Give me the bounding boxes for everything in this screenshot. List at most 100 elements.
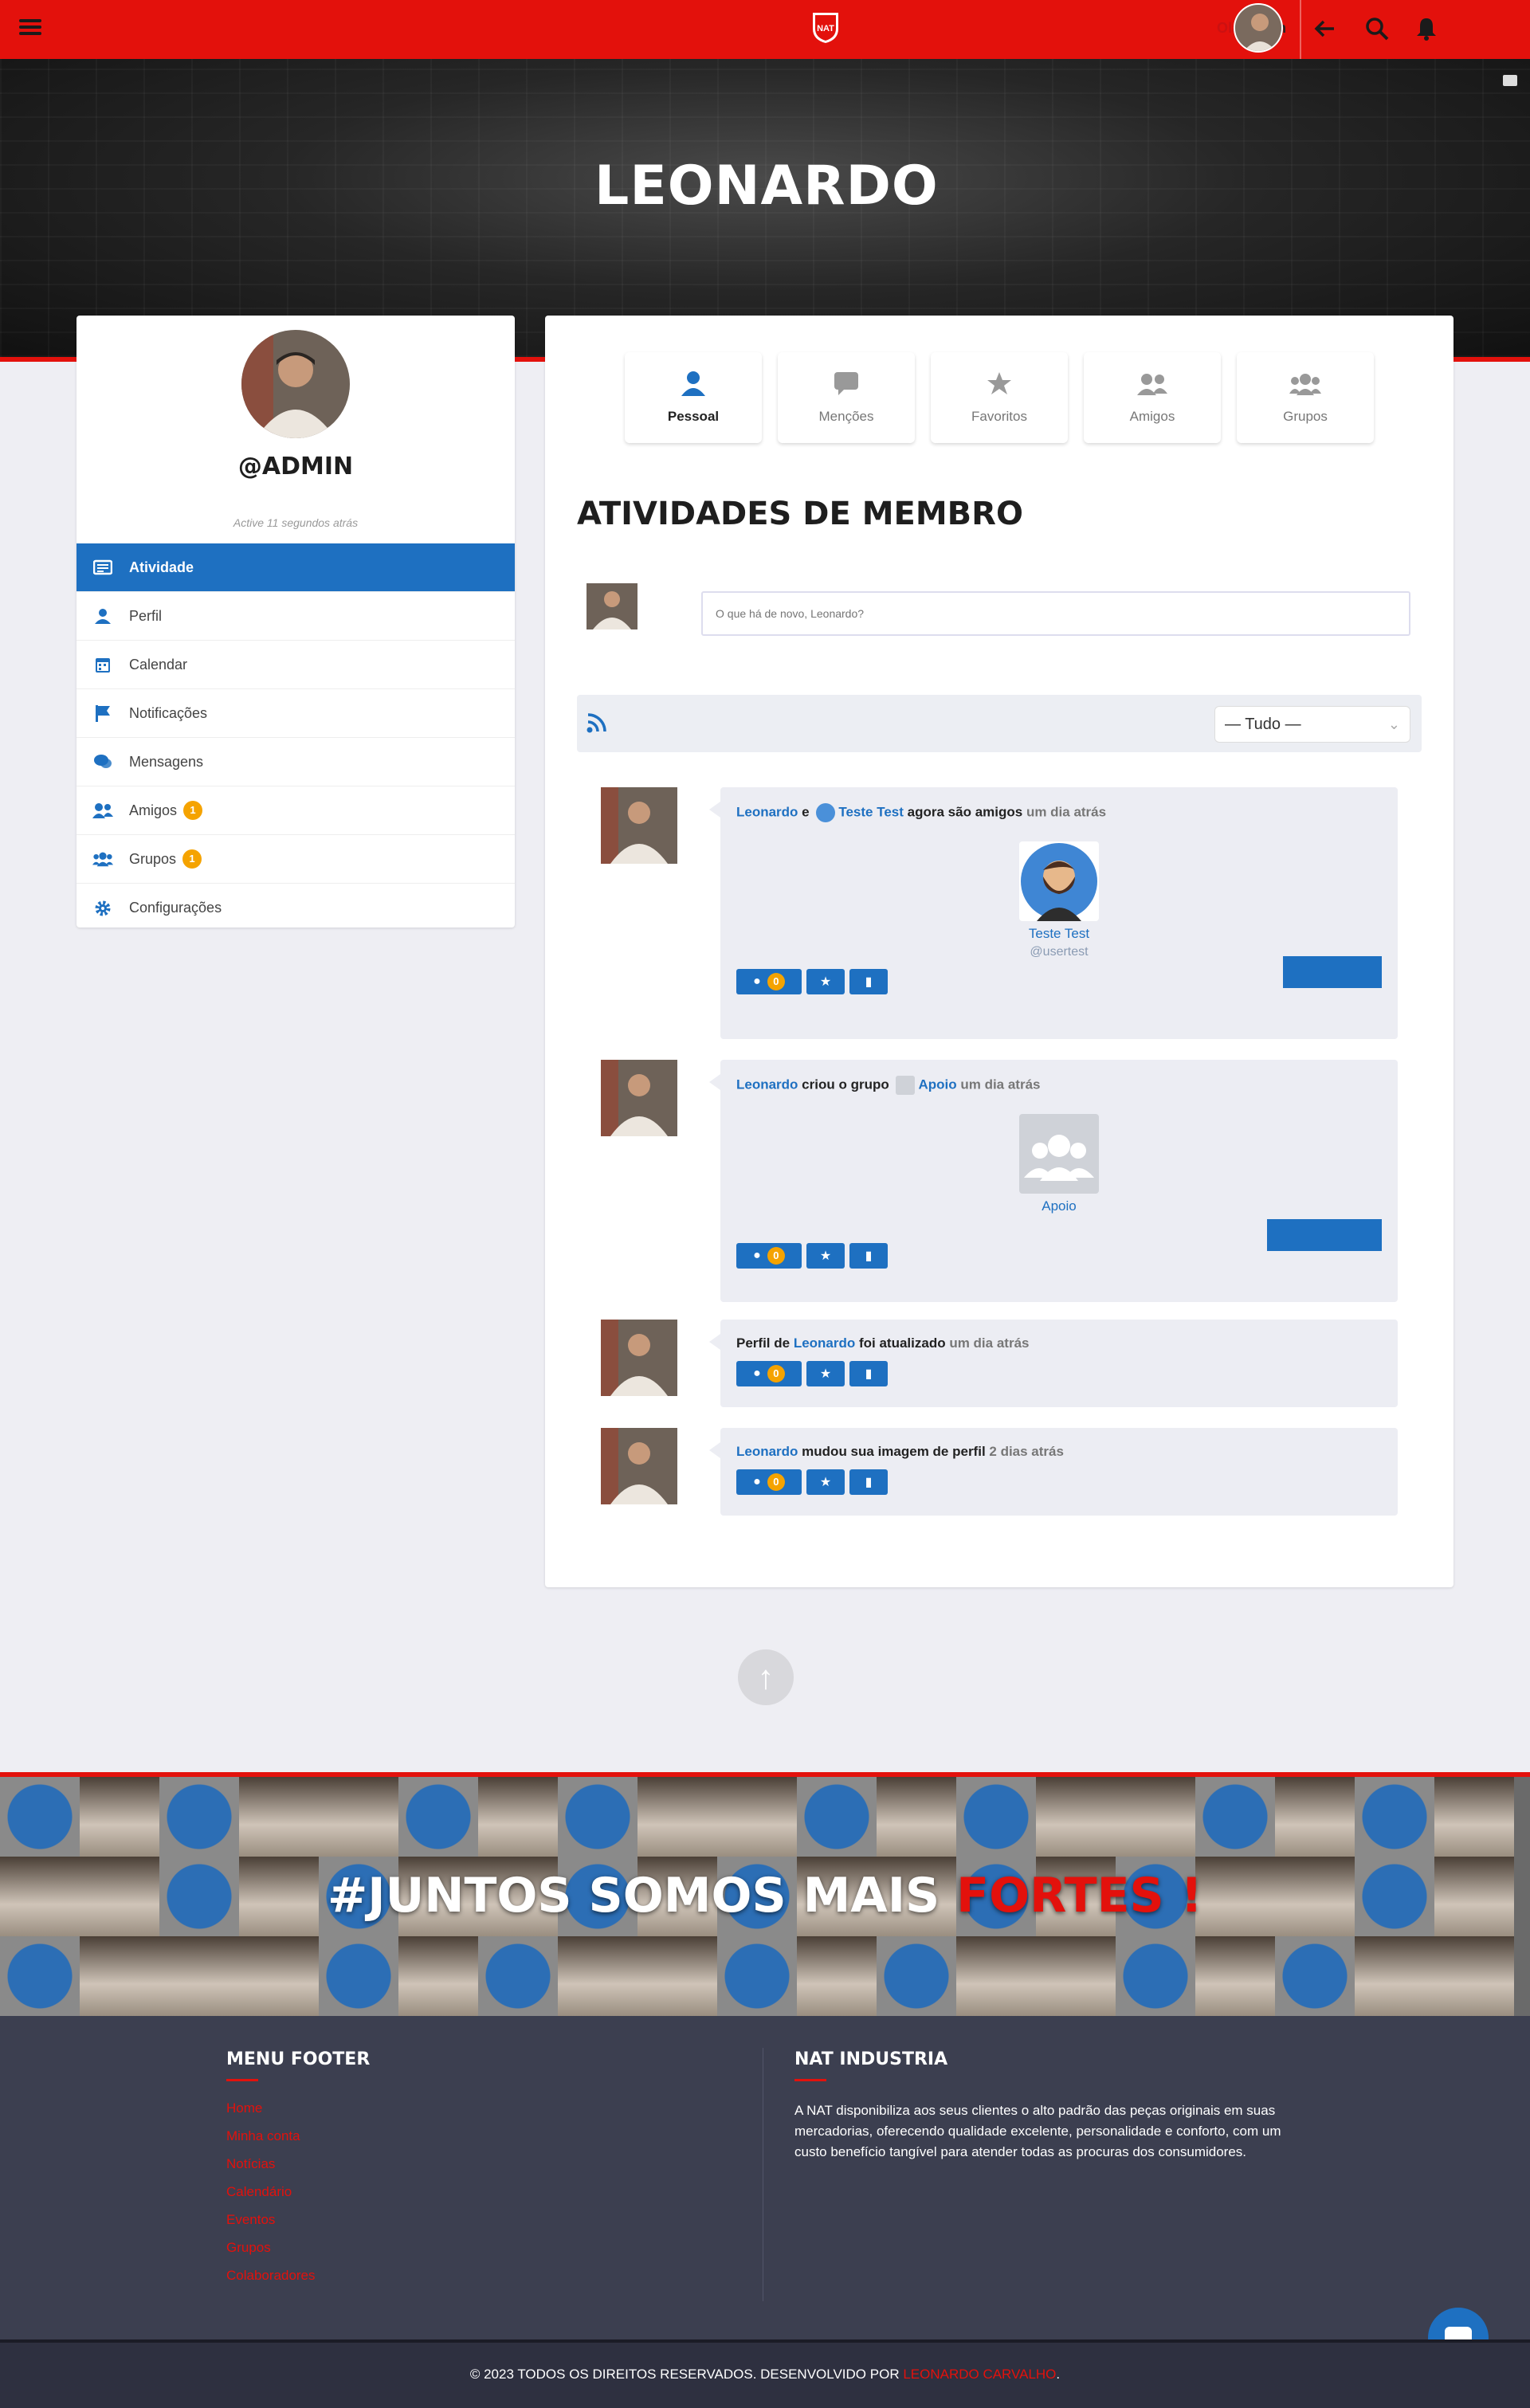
star-icon: ★ <box>819 1249 832 1263</box>
favorite-button[interactable]: ★ <box>806 1243 845 1269</box>
tab-pessoal[interactable]: Pessoal <box>625 352 762 443</box>
profile-avatar[interactable] <box>241 330 350 438</box>
activity-avatar[interactable] <box>601 1428 677 1504</box>
footer-links: Home Minha conta Notícias Calendário Eve… <box>226 2100 370 2284</box>
trash-icon: ▮ <box>865 1476 873 1489</box>
menu-item-perfil[interactable]: Perfil <box>76 592 515 641</box>
menu-item-amigos[interactable]: Amigos 1 <box>76 786 515 835</box>
menu-item-mensagens[interactable]: Mensagens <box>76 738 515 786</box>
footer-menu: MENU FOOTER Home Minha conta Notícias Ca… <box>226 2049 370 2296</box>
top-navbar: NAT Olá admin <box>0 0 1530 59</box>
footer-link-noticias[interactable]: Notícias <box>226 2156 370 2172</box>
menu-item-atividade[interactable]: Atividade <box>76 543 515 592</box>
friends-icon <box>1137 371 1167 402</box>
cover-name: LEONARDO <box>594 155 939 218</box>
mosaic-tile <box>717 1777 797 1857</box>
footer-about-title: NAT INDUSTRIA <box>794 2049 948 2069</box>
comment-button[interactable]: ● 0 <box>736 969 802 994</box>
footer-link-calendario[interactable]: Calendário <box>226 2184 370 2200</box>
activity-actions: ● 0 ★ ▮ <box>736 1469 1382 1495</box>
action-button[interactable] <box>1283 956 1382 988</box>
activity-filter-select[interactable]: — Tudo — ⌄ <box>1214 706 1410 743</box>
mosaic-tile <box>0 1777 80 1857</box>
profile-card: @ADMIN Active 11 segundos atrás Atividad… <box>76 316 515 928</box>
activity-content: Leonardo mudou sua imagem de perfil 2 di… <box>709 1428 1398 1516</box>
footer-link-colaboradores[interactable]: Colaboradores <box>226 2268 370 2284</box>
menu-item-grupos[interactable]: Grupos 1 <box>76 835 515 884</box>
comment-icon: ● <box>753 1249 761 1262</box>
menu-item-configuracoes[interactable]: Configurações <box>76 884 515 932</box>
friends-icon <box>92 802 113 819</box>
friends-count-badge: 1 <box>183 801 203 820</box>
menu-item-calendar[interactable]: Calendar <box>76 641 515 689</box>
flag-icon <box>92 704 113 722</box>
delete-button[interactable]: ▮ <box>849 1361 888 1386</box>
footer-link-minha-conta[interactable]: Minha conta <box>226 2128 370 2144</box>
footer: MENU FOOTER Home Minha conta Notícias Ca… <box>0 2016 1530 2339</box>
star-icon: ★ <box>819 1367 832 1381</box>
mosaic-tile <box>319 1777 398 1857</box>
footer-link-grupos[interactable]: Grupos <box>226 2240 370 2256</box>
svg-text:NAT: NAT <box>817 24 834 33</box>
mosaic-tile <box>1116 1777 1195 1857</box>
favorite-button[interactable]: ★ <box>806 969 845 994</box>
trash-icon: ▮ <box>865 1367 873 1381</box>
scroll-to-top-button[interactable]: ↑ <box>738 1649 794 1705</box>
activity-avatar[interactable] <box>601 1320 677 1396</box>
mosaic-tile <box>1434 1936 1514 2016</box>
navbar-divider <box>1300 0 1301 59</box>
mosaic-tile <box>558 1777 638 1857</box>
favorite-button[interactable]: ★ <box>806 1361 845 1386</box>
activity-header: Leonardo mudou sua imagem de perfil 2 di… <box>736 1444 1064 1459</box>
favorite-button[interactable]: ★ <box>806 1469 845 1495</box>
action-button[interactable] <box>1267 1219 1382 1251</box>
slogan-banner: #JUNTOS SOMOS MAIS FORTES ! <box>0 1772 1530 2016</box>
arrow-left-icon[interactable] <box>1310 14 1339 43</box>
group-card: Apoio <box>736 1114 1382 1214</box>
mosaic-tile <box>478 1777 558 1857</box>
comment-button[interactable]: ● 0 <box>736 1361 802 1386</box>
comment-icon: ● <box>753 1475 761 1488</box>
mosaic-tile <box>1434 1777 1514 1857</box>
mosaic-tile <box>239 1777 319 1857</box>
search-icon[interactable] <box>1363 14 1391 43</box>
activity-avatar[interactable] <box>601 787 677 864</box>
friend-card: Teste Test @usertest <box>736 841 1382 959</box>
tab-favoritos[interactable]: Favoritos <box>931 352 1068 443</box>
nat-logo[interactable]: NAT <box>810 10 842 45</box>
group-mini-avatar <box>896 1076 916 1095</box>
chat-icon <box>92 753 113 771</box>
delete-button[interactable]: ▮ <box>849 1243 888 1269</box>
star-icon: ★ <box>819 975 832 989</box>
activity-avatar[interactable] <box>601 1060 677 1136</box>
mosaic-tile <box>956 1936 1036 2016</box>
rss-icon[interactable] <box>586 712 607 739</box>
tab-grupos[interactable]: Grupos <box>1237 352 1374 443</box>
comment-button[interactable]: ● 0 <box>736 1243 802 1269</box>
comment-button[interactable]: ● 0 <box>736 1469 802 1495</box>
mosaic-tile <box>0 1936 80 2016</box>
developer-link[interactable]: LEONARDO CARVALHO <box>903 2367 1056 2382</box>
group-avatar[interactable] <box>1019 1114 1099 1194</box>
section-title: ATIVIDADES DE MEMBRO <box>577 496 1023 532</box>
delete-button[interactable]: ▮ <box>849 1469 888 1495</box>
menu-icon[interactable] <box>19 16 41 38</box>
menu-item-notificacoes[interactable]: Notificações <box>76 689 515 738</box>
footer-link-eventos[interactable]: Eventos <box>226 2212 370 2228</box>
user-avatar[interactable] <box>1234 3 1283 53</box>
bell-icon[interactable] <box>1412 14 1441 43</box>
whats-new-input[interactable] <box>701 591 1410 636</box>
mosaic-tile <box>638 1936 717 2016</box>
delete-button[interactable]: ▮ <box>849 969 888 994</box>
mosaic-tile <box>159 1777 239 1857</box>
group-name[interactable]: Apoio <box>736 1198 1382 1214</box>
mosaic-tile <box>638 1777 717 1857</box>
camera-icon[interactable] <box>1503 75 1517 86</box>
friend-avatar[interactable] <box>1019 841 1099 921</box>
tab-amigos[interactable]: Amigos <box>1084 352 1221 443</box>
friend-name[interactable]: Teste Test <box>736 926 1382 942</box>
mosaic-tile <box>1275 1936 1355 2016</box>
mosaic-tile <box>797 1777 877 1857</box>
tab-mencoes[interactable]: Menções <box>778 352 915 443</box>
footer-link-home[interactable]: Home <box>226 2100 370 2116</box>
